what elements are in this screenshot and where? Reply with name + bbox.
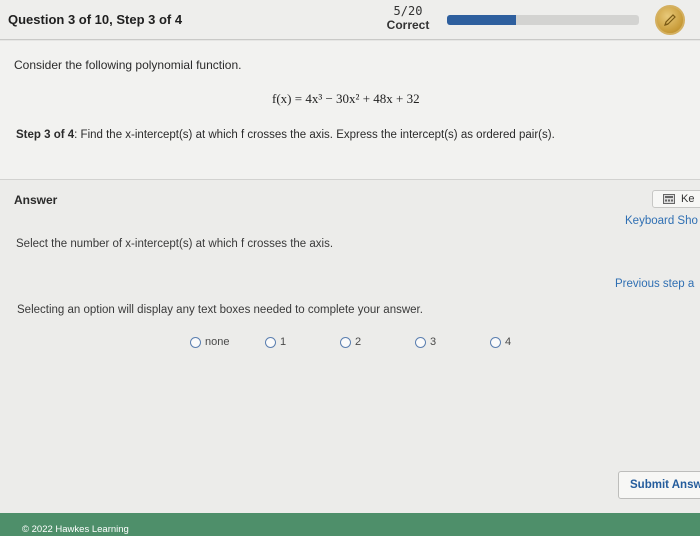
question-panel: Consider the following polynomial functi…: [0, 41, 700, 179]
step-label: Step 3 of 4: [16, 129, 75, 141]
intercept-count-options: none 1 2 3 4: [190, 336, 530, 354]
progress-fill: [447, 15, 517, 25]
radio-none[interactable]: [190, 336, 201, 348]
option-3[interactable]: 3: [415, 336, 436, 348]
option-none[interactable]: none: [190, 336, 229, 348]
option-4-label: 4: [505, 336, 512, 348]
step-instruction: Step 3 of 4: Find the x-intercept(s) at …: [16, 129, 555, 141]
step-text: : Find the x-intercept(s) at which f cro…: [74, 129, 555, 141]
selecting-note: Selecting an option will display any tex…: [17, 304, 423, 316]
option-2-label: 2: [355, 336, 362, 348]
option-2[interactable]: 2: [340, 336, 361, 348]
pencil-medal-icon[interactable]: [655, 5, 685, 35]
keypad-button-label: Ke: [681, 193, 695, 205]
radio-3[interactable]: [415, 336, 426, 348]
radio-4[interactable]: [490, 336, 501, 348]
previous-step-link[interactable]: Previous step a: [615, 278, 694, 290]
footer-bar: © 2022 Hawkes Learning: [0, 513, 700, 536]
radio-2[interactable]: [340, 336, 351, 348]
progress-bar: [447, 15, 639, 25]
header-bar: Question 3 of 10, Step 3 of 4 5/20 Corre…: [0, 0, 700, 40]
select-prompt: Select the number of x-intercept(s) at w…: [16, 238, 334, 250]
keypad-icon: [663, 194, 675, 204]
polynomial-formula: f(x) = 4x³ − 30x² + 48x + 32: [272, 91, 420, 106]
copyright-text: © 2022 Hawkes Learning: [22, 524, 129, 535]
keypad-button[interactable]: Ke: [652, 190, 700, 208]
option-1[interactable]: 1: [265, 336, 286, 348]
option-4[interactable]: 4: [490, 336, 511, 348]
answer-title: Answer: [14, 193, 58, 207]
option-none-label: none: [205, 336, 230, 348]
score-display: 5/20 Correct: [380, 4, 436, 32]
submit-answer-button[interactable]: Submit Answ: [618, 471, 700, 499]
keyboard-shortcuts-link[interactable]: Keyboard Sho: [625, 215, 698, 227]
option-1-label: 1: [280, 336, 287, 348]
option-3-label: 3: [430, 336, 437, 348]
score-label: Correct: [386, 18, 430, 32]
question-intro: Consider the following polynomial functi…: [14, 58, 242, 72]
score-value: 5/20: [393, 4, 423, 18]
question-step-title: Question 3 of 10, Step 3 of 4: [8, 12, 183, 27]
answer-panel: Answer Ke Keyboard Sho Previous step a S…: [0, 179, 700, 513]
radio-1[interactable]: [265, 336, 276, 348]
